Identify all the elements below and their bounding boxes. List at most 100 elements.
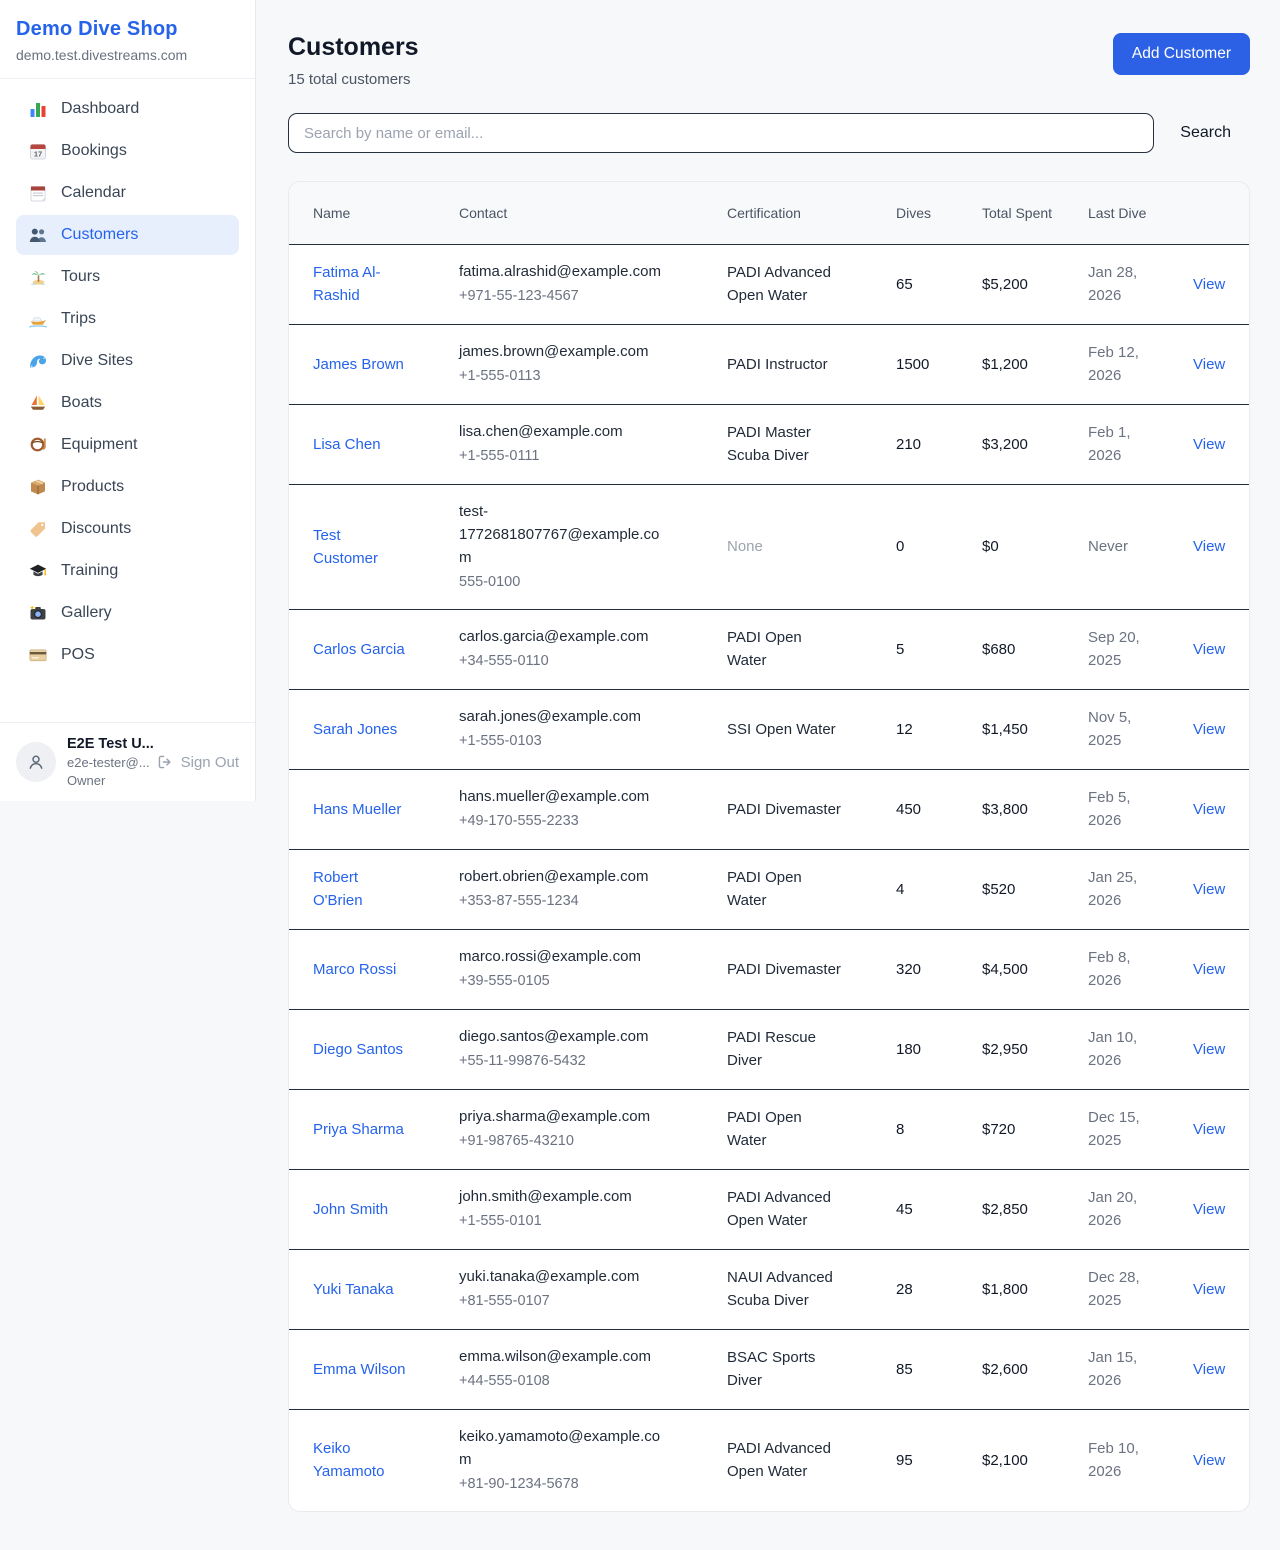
customer-phone: +1-555-0113 — [459, 365, 671, 388]
search-bar: Search — [288, 113, 1250, 153]
customer-email: sarah.jones@example.com — [459, 705, 671, 728]
customer-name-link[interactable]: Test Customer — [313, 527, 378, 567]
column-header-name: Name — [289, 182, 459, 244]
column-header-certification: Certification — [727, 182, 896, 244]
customer-last-dive: Feb 5, 2026 — [1088, 769, 1193, 849]
customer-dives: 450 — [896, 769, 982, 849]
table-body: Fatima Al-Rashid fatima.alrashid@example… — [289, 244, 1250, 1511]
sign-out-button[interactable]: Sign Out — [156, 753, 239, 771]
page-header-text: Customers 15 total customers — [288, 33, 419, 88]
customer-dives: 45 — [896, 1169, 982, 1249]
customer-name-link[interactable]: Hans Mueller — [313, 801, 401, 818]
customer-phone: +55-11-99876-5432 — [459, 1050, 671, 1073]
sidebar-item-bookings[interactable]: 17 Bookings — [16, 131, 239, 171]
sidebar-item-customers[interactable]: Customers — [16, 215, 239, 255]
customer-total-spent: $720 — [982, 1089, 1088, 1169]
customer-name-link[interactable]: Robert O'Brien — [313, 869, 363, 909]
page-title: Customers — [288, 33, 419, 62]
search-button[interactable]: Search — [1180, 124, 1231, 142]
sidebar-item-label: Customers — [61, 226, 138, 244]
sidebar-item-gallery[interactable]: Gallery — [16, 593, 239, 633]
page-header: Customers 15 total customers Add Custome… — [288, 33, 1250, 88]
customer-name-link[interactable]: Keiko Yamamoto — [313, 1440, 384, 1480]
table-row: Priya Sharma priya.sharma@example.com +9… — [289, 1089, 1250, 1169]
customer-email: hans.mueller@example.com — [459, 785, 671, 808]
customer-total-spent: $2,100 — [982, 1409, 1088, 1511]
table-row: James Brown james.brown@example.com +1-5… — [289, 324, 1250, 404]
view-link[interactable]: View — [1193, 1281, 1225, 1298]
view-link[interactable]: View — [1193, 1041, 1225, 1058]
customer-name-link[interactable]: Emma Wilson — [313, 1361, 406, 1378]
user-email: e2e-tester@... — [67, 755, 145, 770]
customer-email: test-1772681807767@example.com — [459, 500, 671, 569]
customer-phone: +91-98765-43210 — [459, 1130, 671, 1153]
view-link[interactable]: View — [1193, 641, 1225, 658]
customer-name-link[interactable]: James Brown — [313, 356, 404, 373]
trips-icon — [28, 309, 48, 329]
customer-name-link[interactable]: Priya Sharma — [313, 1121, 404, 1138]
equipment-icon — [28, 435, 48, 455]
customers-icon — [28, 225, 48, 245]
customer-name-link[interactable]: Yuki Tanaka — [313, 1281, 394, 1298]
sidebar-item-pos[interactable]: POS — [16, 635, 239, 675]
view-link[interactable]: View — [1193, 1201, 1225, 1218]
customer-total-spent: $2,950 — [982, 1009, 1088, 1089]
customer-email: james.brown@example.com — [459, 340, 671, 363]
view-link[interactable]: View — [1193, 356, 1225, 373]
sidebar-item-dashboard[interactable]: Dashboard — [16, 89, 239, 129]
view-link[interactable]: View — [1193, 801, 1225, 818]
tours-icon — [28, 267, 48, 287]
view-link[interactable]: View — [1193, 1361, 1225, 1378]
customer-name-link[interactable]: Diego Santos — [313, 1041, 403, 1058]
sidebar-item-tours[interactable]: Tours — [16, 257, 239, 297]
view-link[interactable]: View — [1193, 538, 1225, 555]
customer-phone: 555-0100 — [459, 571, 671, 594]
view-link[interactable]: View — [1193, 436, 1225, 453]
app-root: Demo Dive Shop demo.test.divestreams.com… — [0, 0, 1280, 1550]
customer-certification: PADI Open Water — [727, 849, 896, 929]
customer-total-spent: $0 — [982, 484, 1088, 609]
customers-table-card: Name Contact Certification Dives Total S… — [288, 181, 1250, 1512]
view-link[interactable]: View — [1193, 721, 1225, 738]
customer-email: robert.obrien@example.com — [459, 865, 671, 888]
view-link[interactable]: View — [1193, 1452, 1225, 1469]
sidebar-item-products[interactable]: Products — [16, 467, 239, 507]
customer-name-link[interactable]: Marco Rossi — [313, 961, 396, 978]
brand-title[interactable]: Demo Dive Shop — [16, 18, 239, 41]
customer-name-link[interactable]: Fatima Al-Rashid — [313, 264, 381, 304]
customer-certification: PADI Open Water — [727, 1089, 896, 1169]
sidebar-item-label: Bookings — [61, 142, 127, 160]
sidebar-item-trips[interactable]: Trips — [16, 299, 239, 339]
sidebar-item-calendar[interactable]: Calendar — [16, 173, 239, 213]
user-section: E2E Test U... e2e-tester@... Owner Sign … — [0, 722, 255, 801]
customer-name-link[interactable]: John Smith — [313, 1201, 388, 1218]
customer-dives: 1500 — [896, 324, 982, 404]
sidebar-item-dive-sites[interactable]: Dive Sites — [16, 341, 239, 381]
training-icon — [28, 561, 48, 581]
sidebar-item-label: Equipment — [61, 436, 138, 454]
sidebar-item-equipment[interactable]: Equipment — [16, 425, 239, 465]
customer-dives: 95 — [896, 1409, 982, 1511]
customer-last-dive: Jan 20, 2026 — [1088, 1169, 1193, 1249]
customer-last-dive: Jan 25, 2026 — [1088, 849, 1193, 929]
customer-total-spent: $2,600 — [982, 1329, 1088, 1409]
sidebar-item-discounts[interactable]: Discounts — [16, 509, 239, 549]
brand-subdomain: demo.test.divestreams.com — [16, 47, 239, 63]
search-input[interactable] — [288, 113, 1154, 153]
sidebar-item-boats[interactable]: Boats — [16, 383, 239, 423]
sidebar-item-training[interactable]: Training — [16, 551, 239, 591]
customer-last-dive: Nov 5, 2025 — [1088, 689, 1193, 769]
main-content: Customers 15 total customers Add Custome… — [256, 0, 1280, 1550]
customer-email: emma.wilson@example.com — [459, 1345, 671, 1368]
customer-total-spent: $4,500 — [982, 929, 1088, 1009]
customer-dives: 85 — [896, 1329, 982, 1409]
table-row: Diego Santos diego.santos@example.com +5… — [289, 1009, 1250, 1089]
view-link[interactable]: View — [1193, 276, 1225, 293]
view-link[interactable]: View — [1193, 1121, 1225, 1138]
view-link[interactable]: View — [1193, 881, 1225, 898]
customer-name-link[interactable]: Sarah Jones — [313, 721, 397, 738]
add-customer-button[interactable]: Add Customer — [1113, 33, 1250, 75]
customer-name-link[interactable]: Lisa Chen — [313, 436, 381, 453]
customer-name-link[interactable]: Carlos Garcia — [313, 641, 405, 658]
view-link[interactable]: View — [1193, 961, 1225, 978]
